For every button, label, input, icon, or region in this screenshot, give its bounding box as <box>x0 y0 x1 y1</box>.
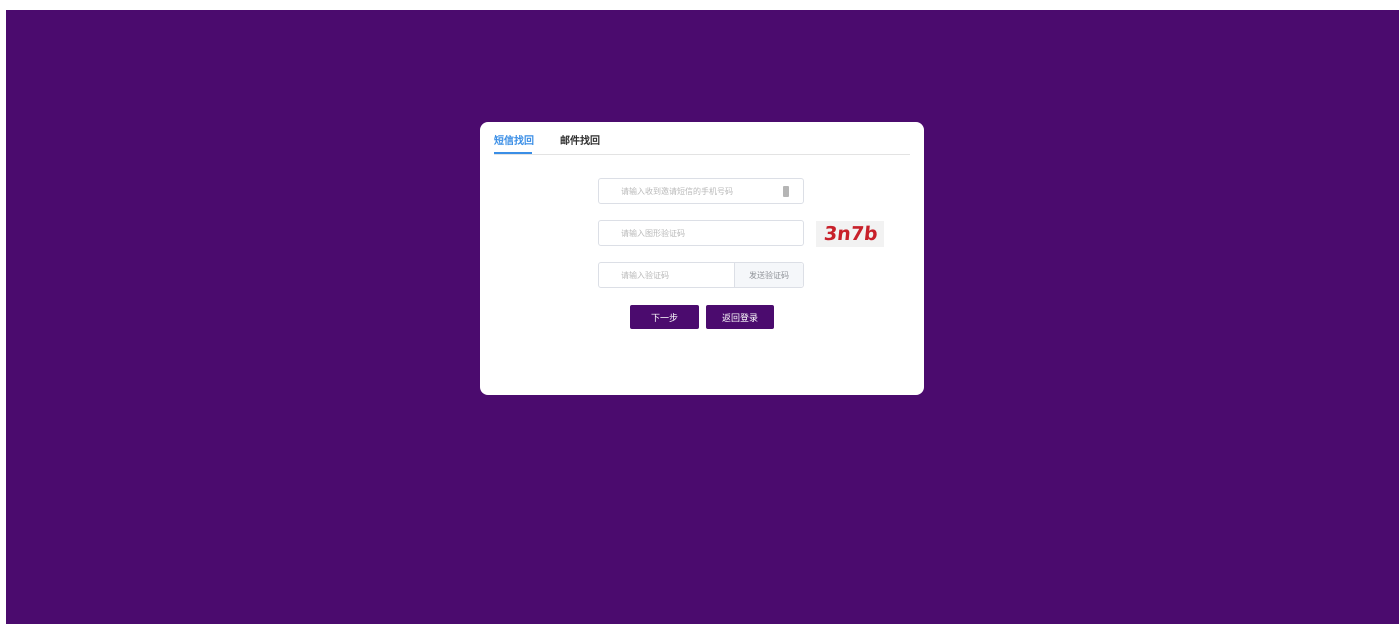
captcha-field <box>598 220 804 246</box>
phone-field <box>598 178 804 204</box>
tab-sms-recovery[interactable]: 短信找回 <box>494 135 534 149</box>
mobile-phone-icon <box>783 186 789 197</box>
recovery-card: 短信找回 邮件找回 3n7b 发送验证码 下一步 返回登录 <box>480 122 924 395</box>
next-step-button[interactable]: 下一步 <box>630 305 699 329</box>
phone-input[interactable] <box>599 179 803 203</box>
tab-email-recovery[interactable]: 邮件找回 <box>560 135 600 149</box>
captcha-input[interactable] <box>599 221 803 245</box>
sms-code-field: 发送验证码 <box>598 262 804 288</box>
captcha-image-text: 3n7b <box>822 223 879 245</box>
recovery-tabs: 短信找回 邮件找回 <box>494 134 910 155</box>
back-to-login-button[interactable]: 返回登录 <box>706 305 774 329</box>
sms-code-input[interactable] <box>599 263 737 287</box>
send-code-button[interactable]: 发送验证码 <box>734 263 803 287</box>
captcha-image[interactable]: 3n7b <box>816 221 884 247</box>
active-tab-indicator <box>494 152 532 154</box>
